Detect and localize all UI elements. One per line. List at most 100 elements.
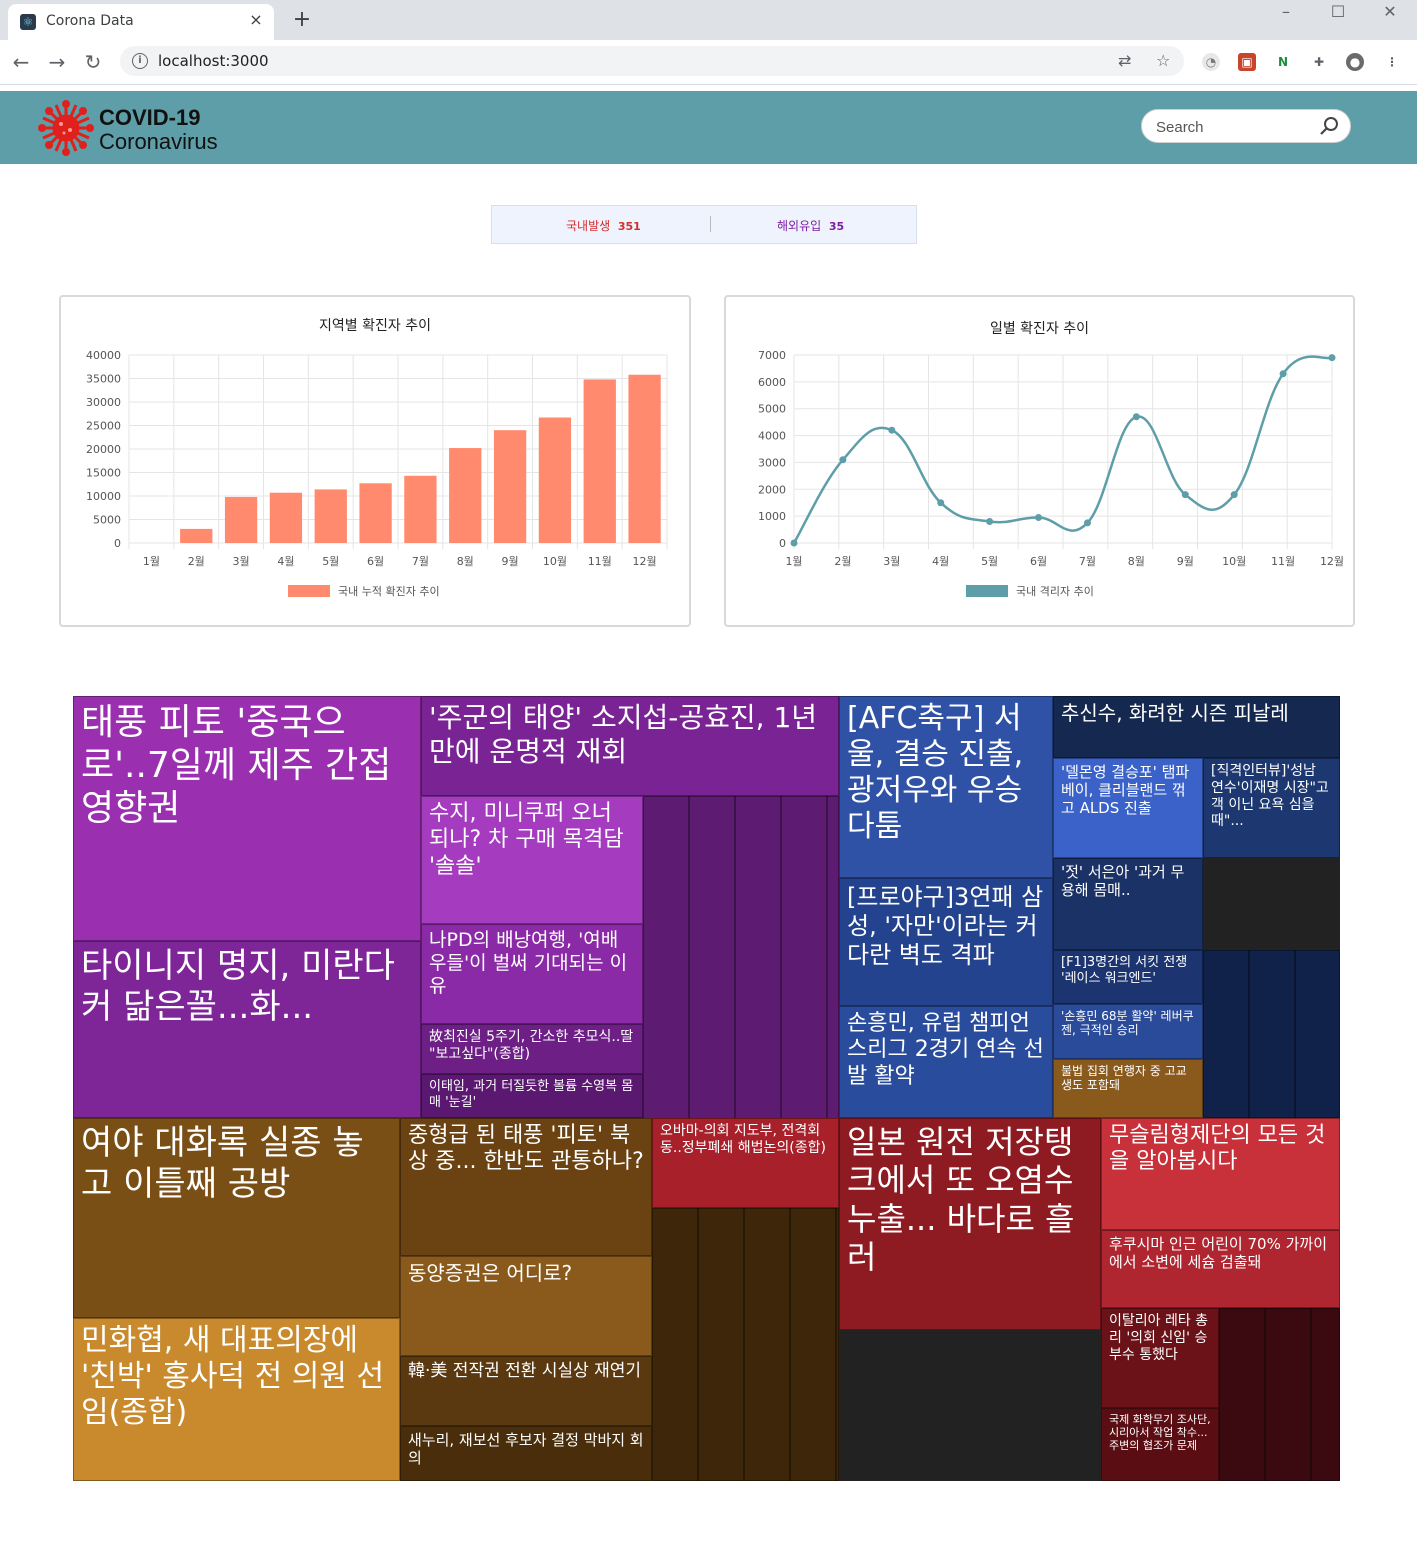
data-point: [1083, 519, 1091, 527]
treemap-cell: [F1]3명간의 서킷 전쟁 '레이스 워크엔드': [1053, 950, 1203, 1004]
site-info-icon[interactable]: i: [132, 53, 148, 69]
maximize-button[interactable]: ☐: [1318, 2, 1358, 21]
legend-swatch: [966, 585, 1008, 597]
extension-n-icon[interactable]: N: [1274, 53, 1292, 71]
treemap-cell: 오바마-의회 지도부, 전격회동..정부폐쇄 해법논의(종합): [652, 1118, 839, 1208]
treemap-cell: 이탈리아 레타 총리 '의회 신임' 승부수 통했다: [1101, 1308, 1219, 1408]
legend-label: 국내 누적 확진자 추이: [338, 585, 440, 598]
x-tick-label: 2월: [834, 555, 851, 568]
x-tick-label: 12월: [633, 555, 657, 568]
line-chart: 0 1000 2000 3000 4000 5000 6000 7000 1월 2월 3월 4월 5월 6…: [758, 349, 1344, 598]
x-tick-label: 1월: [143, 555, 160, 568]
treemap-cell: 일본 원전 저장탱크에서 또 오염수 누출... 바다로 흘러: [839, 1118, 1101, 1330]
search-input[interactable]: [1154, 116, 1318, 138]
bar-chart: 0 5000 10000 15000 20000 25000 30000 35000 40000…: [86, 349, 668, 598]
data-point: [839, 456, 847, 464]
y-tick-label: 3000: [758, 456, 786, 469]
legend-swatch: [288, 585, 330, 597]
search-box[interactable]: [1141, 109, 1351, 143]
treemap-cell: 추신수, 화려한 시즌 피날레: [1053, 696, 1340, 758]
treemap-cell: '주군의 태양' 소지섭-공효진, 1년 만에 운명적 재회: [421, 696, 839, 796]
x-tick-label: 2월: [188, 555, 205, 568]
bar: [628, 374, 661, 543]
tab-close-icon[interactable]: ×: [246, 10, 266, 30]
case-stats-box: 국내발생 351 해외유입 35: [491, 205, 917, 244]
extensions-puzzle-icon[interactable]: ✚: [1310, 53, 1328, 71]
x-tick-label: 8월: [1128, 555, 1145, 568]
url-text: localhost:3000: [158, 52, 269, 70]
reload-icon[interactable]: ↻: [80, 49, 106, 75]
y-tick-label: 40000: [86, 349, 121, 362]
treemap-cell: 후쿠시마 인근 어린이 70% 가까이에서 소변에 세슘 검출돼: [1101, 1230, 1340, 1308]
domestic-stat: 국내발생 351: [566, 217, 641, 234]
overseas-value: 35: [828, 220, 845, 233]
x-tick-label: 4월: [277, 555, 294, 568]
domestic-value: 351: [617, 220, 641, 233]
extension-clock-icon[interactable]: ◔: [1202, 53, 1220, 71]
bar-chart-card: 지역별 확진자 추이 0 5000 10000 15000 20000 25000 3000…: [59, 295, 691, 627]
overseas-label: 해외유입: [777, 219, 822, 233]
y-tick-label: 7000: [758, 349, 786, 362]
treemap-cell: 수지, 미니쿠퍼 오너 되나? 차 구매 목격담 '솔솔': [421, 796, 643, 924]
treemap-cell: 韓·美 전작권 전환 시실상 재연기: [400, 1356, 652, 1426]
treemap-cell: '젓' 서은아 '과거 무용해 몸매..: [1053, 858, 1203, 950]
y-tick-label: 0: [779, 537, 786, 550]
data-point: [1328, 354, 1336, 362]
treemap-cell: 민화협, 새 대표의장에 '친박' 홍사덕 전 의원 선임(종합): [73, 1318, 400, 1481]
x-tick-label: 8월: [457, 555, 474, 568]
x-tick-label: 6월: [367, 555, 384, 568]
treemap-minor-cells: [1219, 1308, 1340, 1481]
y-tick-label: 2000: [758, 483, 786, 496]
address-bar[interactable]: i localhost:3000 ⇄ ☆: [120, 46, 1184, 76]
extension-fox-icon[interactable]: ▣: [1238, 53, 1256, 71]
browser-toolbar: ← → ↻ i localhost:3000 ⇄ ☆ ◔ ▣ N ✚ ● ⋮: [0, 40, 1417, 85]
y-tick-label: 6000: [758, 376, 786, 389]
data-point: [1230, 491, 1238, 499]
data-point: [888, 426, 896, 434]
line-chart-card: 일별 확진자 추이 0 1000 2000 3000 4000 5000 6000 7000 1…: [724, 295, 1355, 627]
treemap-cell: 타이니지 명지, 미란다 커 닮은꼴...화...: [73, 941, 421, 1118]
forward-arrow-icon[interactable]: →: [44, 49, 70, 75]
bookmark-star-icon[interactable]: ☆: [1156, 51, 1170, 70]
news-treemap: 태풍 피토 '중국으로'..7일께 제주 간접 영향권 타이니지 명지, 미란다 …: [73, 696, 1340, 1481]
overseas-stat: 해외유입 35: [777, 217, 844, 234]
data-point: [1279, 370, 1287, 378]
bar: [359, 483, 392, 543]
treemap-minor-cells: [643, 796, 839, 1124]
profile-avatar[interactable]: ●: [1346, 53, 1364, 71]
x-tick-label: 11월: [1271, 555, 1295, 568]
data-point: [790, 539, 798, 547]
x-tick-label: 7월: [1079, 555, 1096, 568]
search-icon[interactable]: [1318, 115, 1340, 137]
data-point: [986, 518, 994, 526]
treemap-cell: [직격인터뷰]'성남 연수'이재명 시장"고객 이닌 요욕 심을때"...: [1203, 758, 1340, 858]
treemap-cell: 무슬림형제단의 모든 것을 알아봅시다: [1101, 1118, 1340, 1230]
treemap-cell: 중형급 된 태풍 '피토' 북상 중... 한반도 관통하나?: [400, 1118, 652, 1256]
bar: [224, 496, 258, 543]
bar: [404, 475, 437, 543]
y-tick-label: 30000: [86, 396, 121, 409]
x-tick-label: 5월: [322, 555, 339, 568]
data-point: [1181, 491, 1189, 499]
browser-tab[interactable]: ⚛ Corona Data ×: [8, 4, 274, 40]
y-tick-label: 0: [114, 537, 121, 550]
treemap-cell: 故최진실 5주기, 간소한 추모식..딸 "보고싶다"(종합): [421, 1024, 643, 1074]
treemap-cell: 이태임, 과거 터질듯한 볼륨 수영복 몸매 '눈길': [421, 1074, 643, 1118]
x-tick-label: 9월: [502, 555, 519, 568]
bar: [269, 492, 303, 543]
bar: [583, 379, 616, 543]
translate-icon[interactable]: ⇄: [1118, 51, 1131, 70]
data-point: [1132, 413, 1140, 421]
browser-menu-icon[interactable]: ⋮: [1383, 53, 1401, 71]
y-tick-label: 10000: [86, 490, 121, 503]
y-tick-label: 4000: [758, 430, 786, 443]
treemap-cell: 손흥민, 유럽 챔피언스리그 2경기 연속 선발 활약: [839, 1006, 1053, 1118]
new-tab-button[interactable]: +: [290, 6, 314, 34]
domestic-label: 국내발생: [566, 219, 611, 233]
minimize-button[interactable]: –: [1266, 2, 1306, 21]
tab-title: Corona Data: [46, 13, 134, 29]
brand-title: COVID-19: [99, 105, 201, 130]
back-arrow-icon[interactable]: ←: [8, 49, 34, 75]
close-window-button[interactable]: ✕: [1370, 2, 1410, 21]
bar: [314, 489, 347, 543]
